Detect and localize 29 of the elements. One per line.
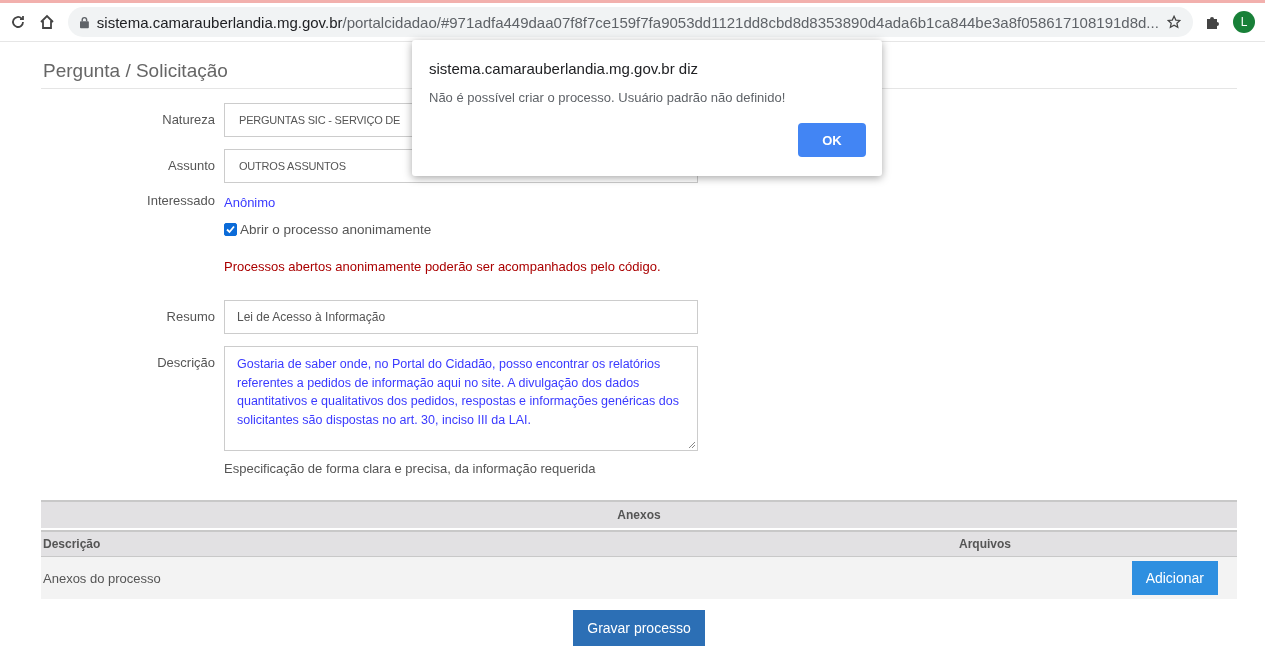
checkbox[interactable] (224, 223, 237, 236)
field-label: Resumo (165, 308, 215, 324)
resize-grip-icon[interactable] (688, 441, 696, 449)
home-icon[interactable] (38, 13, 56, 31)
field-label: Descrição (156, 354, 215, 370)
lock-icon (80, 15, 89, 29)
input-field[interactable]: Lei de Acesso à Informação (224, 300, 698, 334)
field-label: Interessado (146, 193, 215, 208)
textarea-field[interactable]: Gostaria de saber onde, no Portal do Cidadão, posso encontrar os relatórios referentes a pedidos de informação aqui no site. A divulgação dos dados quantitativos e qualitativos dos pedidos, respostas e informações genéricas dos solicitantes são dispostas no art. 30, inciso III da LAI. (224, 346, 698, 451)
table-title: Anexos (41, 500, 1237, 530)
star-icon[interactable] (1166, 14, 1181, 30)
table-cell: Anexos do processo (43, 570, 161, 586)
checkbox-label: Abrir o processo anonimamente (240, 222, 432, 237)
add-button[interactable]: Adicionar (1131, 561, 1218, 595)
help-text: Especificação de forma clara e precisa, da informação requerida (224, 461, 597, 476)
column-header: Arquivos (958, 537, 1012, 551)
field-label: Natureza (161, 111, 215, 127)
warning-text: Processos abertos anonimamente poderão ser acompanhados pelo código. (224, 259, 662, 274)
address-bar[interactable]: sistema.camarauberlandia.mg.gov.br/portalcidadao/#971adfa449daa07f8f7ce159f7fa9053dd1121dd8cbd8d8353890d4ada6b1ca844be3a8f058617108191d8d... (68, 7, 1193, 37)
dialog-title: sistema.camarauberlandia.mg.gov.br diz (429, 60, 699, 77)
ok-button[interactable]: OK (798, 123, 866, 157)
interested-link[interactable]: Anônimo (224, 195, 276, 210)
reload-icon[interactable] (10, 14, 26, 30)
profile-avatar[interactable]: L (1233, 11, 1255, 33)
column-header: Descrição (43, 537, 102, 551)
puzzle-icon[interactable] (1205, 14, 1221, 30)
dialog-message: Não é possível criar o processo. Usuário padrão não definido! (429, 90, 787, 105)
field-label: Assunto (167, 157, 215, 173)
save-button[interactable]: Gravar processo (573, 610, 705, 646)
